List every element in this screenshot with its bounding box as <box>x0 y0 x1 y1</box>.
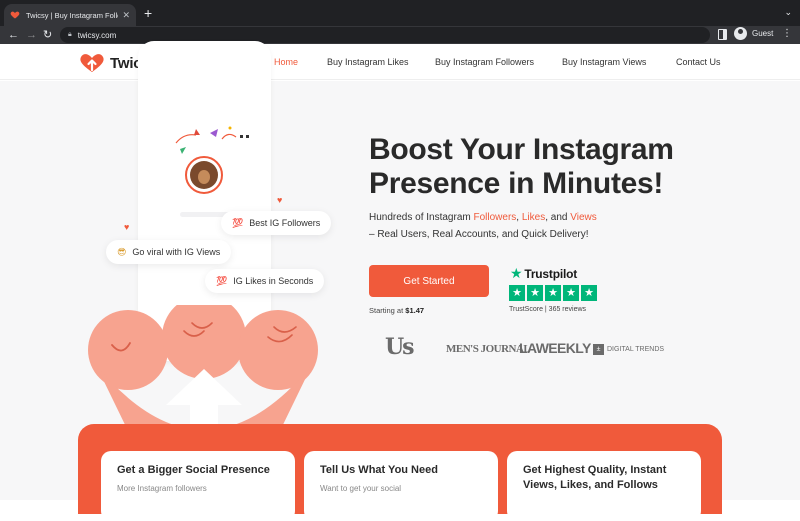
tab-search-icon[interactable]: ⌄ <box>784 7 792 18</box>
feature-card: Tell Us What You Need Want to get your s… <box>304 451 498 521</box>
pill-best-followers: 💯 Best IG Followers <box>221 211 332 235</box>
likes-link[interactable]: Likes <box>522 212 545 223</box>
nav-home[interactable]: Home <box>274 57 298 67</box>
confetti-icon <box>175 126 249 154</box>
mens-journal-logo: MEN'S JOURNAL <box>446 343 531 355</box>
digital-trends-icon: ± <box>593 344 604 355</box>
hero-title-line1: Boost Your Instagram <box>369 133 674 166</box>
browser-tabstrip: Twicsy | Buy Instagram Followers ✕ + ⌄ <box>0 0 800 26</box>
side-panel-icon[interactable] <box>718 29 727 40</box>
back-icon[interactable]: ← <box>8 27 19 43</box>
main-nav: Home Buy Instagram Likes Buy Instagram F… <box>262 53 738 73</box>
reload-icon[interactable]: ↻ <box>43 27 52 43</box>
starting-price: Starting at $1.47 <box>369 306 424 315</box>
card-text: More Instagram followers <box>117 484 207 493</box>
nav-contact[interactable]: Contact Us <box>676 57 721 67</box>
nav-buy-views[interactable]: Buy Instagram Views <box>562 57 646 67</box>
new-tab-icon[interactable]: + <box>144 5 152 21</box>
heart-icon: ♥ <box>277 195 283 205</box>
nav-buy-followers[interactable]: Buy Instagram Followers <box>435 57 534 67</box>
profile-avatar-icon <box>734 27 747 40</box>
star-icon: ★ <box>545 285 561 301</box>
close-tab-icon[interactable]: ✕ <box>122 10 130 21</box>
card-title: Get Highest Quality, Instant Views, Like… <box>523 464 667 491</box>
forward-icon[interactable]: → <box>26 27 37 43</box>
digital-trends-text: DIGITAL TRENDS <box>607 346 665 353</box>
digital-trends-logo: ± DIGITAL TRENDS <box>593 344 664 355</box>
la-weekly-logo: LAWEEKLY <box>519 340 591 356</box>
pill-likes-seconds: 💯 IG Likes in Seconds <box>205 269 325 293</box>
browser-toolbar: ← → ↻ 🔒︎ twicsy.com Guest ⋮ <box>0 26 800 44</box>
pill-label: Best IG Followers <box>249 218 321 228</box>
card-text: Want to get your social <box>320 484 402 493</box>
trustpilot-name: Trustpilot <box>524 266 578 281</box>
star-icon: ★ <box>563 285 579 301</box>
star-icon: ★ <box>509 285 525 301</box>
lock-icon: 🔒︎ <box>68 31 72 38</box>
profile-label: Guest <box>752 29 774 38</box>
browser-tab[interactable]: Twicsy | Buy Instagram Followers ✕ <box>4 4 136 26</box>
sunglasses-emoji-icon: 😎︎ <box>117 246 127 257</box>
pill-label: Go viral with IG Views <box>132 247 221 257</box>
us-weekly-logo: Us <box>385 334 415 360</box>
get-started-button[interactable]: Get Started <box>369 265 489 297</box>
feature-card: Get a Bigger Social Presence More Instag… <box>101 451 295 521</box>
trustscore-text: TrustScore | 365 reviews <box>509 306 587 313</box>
subtitle-text: – Real Users, Real Accounts, and Quick D… <box>369 229 589 240</box>
pill-label: IG Likes in Seconds <box>233 276 314 286</box>
feature-card: Get Highest Quality, Instant Views, Like… <box>507 451 701 521</box>
star-icon: ★ <box>527 285 543 301</box>
profile-button[interactable]: Guest <box>734 27 773 40</box>
star-icon: ★ <box>581 285 597 301</box>
hero-subtitle: Hundreds of Instagram Followers, Likes, … <box>369 209 669 243</box>
trustpilot-logo[interactable]: ★ Trustpilot <box>510 265 577 282</box>
card-title: Get a Bigger Social Presence <box>117 464 270 476</box>
nav-buy-likes[interactable]: Buy Instagram Likes <box>327 57 409 67</box>
subtitle-text: , and <box>545 212 571 223</box>
views-link[interactable]: Views <box>570 212 597 223</box>
hundred-points-icon: 💯 <box>232 217 244 228</box>
price-value: $1.47 <box>405 306 425 315</box>
browser-menu-icon[interactable]: ⋮ <box>782 28 792 39</box>
subtitle-text: Hundreds of Instagram <box>369 212 474 223</box>
tab-title: Twicsy | Buy Instagram Followers <box>26 10 118 20</box>
url-text: twicsy.com <box>77 30 117 40</box>
card-title: Tell Us What You Need <box>320 464 438 476</box>
twicsy-logo-icon <box>80 54 104 72</box>
pill-viral-views: 😎︎ Go viral with IG Views <box>106 240 232 264</box>
hero-title-line2: Presence in Minutes! <box>369 167 664 200</box>
trustpilot-rating: ★ ★ ★ ★ ★ <box>509 285 597 301</box>
starting-label: Starting at <box>369 306 406 315</box>
heart-icon: ♥ <box>124 222 130 232</box>
hundred-points-icon: 💯 <box>216 275 228 286</box>
trustpilot-star-icon: ★ <box>510 265 523 281</box>
site-header: Twicsy Home Buy Instagram Likes Buy Inst… <box>0 44 800 80</box>
twicsy-favicon-icon <box>10 11 20 19</box>
hero-title: Boost Your Instagram Presence in Minutes… <box>369 133 769 201</box>
profile-photo-avatar <box>185 156 223 194</box>
followers-link[interactable]: Followers <box>474 212 517 223</box>
